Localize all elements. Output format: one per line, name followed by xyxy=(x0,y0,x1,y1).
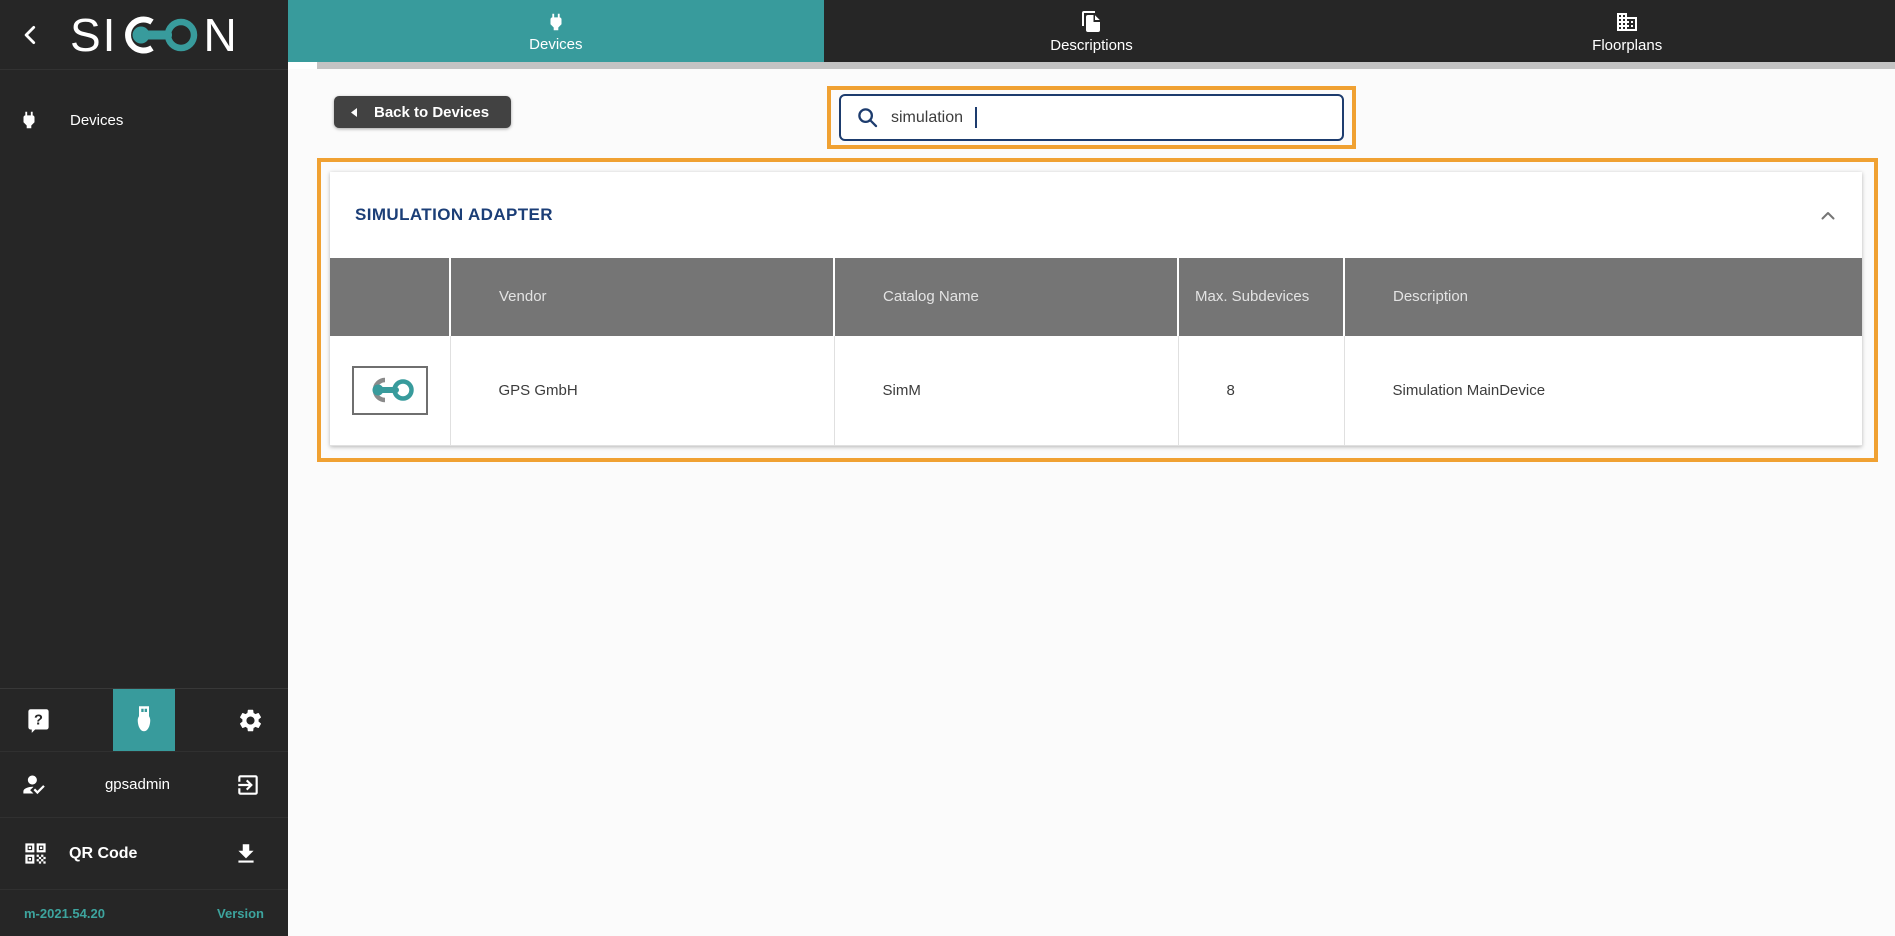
cell-vendor: GPS GmbH xyxy=(450,336,834,445)
table-header-row: Vendor Catalog Name Max. Subdevices Desc… xyxy=(330,258,1862,336)
app-logo: SI N xyxy=(70,12,239,58)
cell-catalog-name: SimM xyxy=(834,336,1178,445)
version-label: Version xyxy=(217,906,264,921)
settings-button[interactable] xyxy=(230,700,270,740)
search-input-value: simulation xyxy=(891,107,963,129)
usb-icon xyxy=(129,703,159,737)
qr-code-label: QR Code xyxy=(69,845,226,863)
download-qr-button[interactable] xyxy=(226,834,266,874)
back-button-label: Back to Devices xyxy=(374,104,489,121)
documents-icon xyxy=(1080,10,1104,34)
help-icon: ? xyxy=(25,707,52,734)
simulation-adapter-panel: SIMULATION ADAPTER Vendor Catalog Name xyxy=(330,172,1862,446)
logout-icon xyxy=(235,772,261,798)
user-row: gpsadmin xyxy=(0,751,288,817)
header-icon-column xyxy=(330,258,450,336)
logo-text-right: N xyxy=(203,12,238,58)
text-cursor xyxy=(975,107,977,128)
plug-icon xyxy=(545,11,567,33)
tab-label: Devices xyxy=(529,36,582,53)
main-area: Devices Descriptions Floorplans Back to … xyxy=(288,0,1895,936)
adapter-table: Vendor Catalog Name Max. Subdevices Desc… xyxy=(330,258,1862,446)
content-area: Back to Devices simulation SIMULATION AD… xyxy=(288,69,1895,936)
header-max-subdevices: Max. Subdevices xyxy=(1178,258,1344,336)
user-check-icon xyxy=(20,771,47,798)
qr-code-row: QR Code xyxy=(0,817,288,889)
header-catalog-name: Catalog Name xyxy=(834,258,1178,336)
panel-title: SIMULATION ADAPTER xyxy=(355,205,553,225)
version-row: m-2021.54.20 Version xyxy=(0,889,288,936)
sidebar-header: SI N xyxy=(0,0,288,70)
arrow-left-icon xyxy=(349,107,358,118)
panel-header: SIMULATION ADAPTER xyxy=(330,172,1862,258)
sidebar-spacer xyxy=(0,144,288,688)
tab-floorplans[interactable]: Floorplans xyxy=(1359,0,1895,62)
search-highlight-box: simulation xyxy=(827,86,1356,149)
cell-description: Simulation MainDevice xyxy=(1344,336,1862,445)
username-label: gpsadmin xyxy=(47,776,228,793)
logo-link-icon xyxy=(119,12,201,58)
chevron-left-icon xyxy=(18,22,44,48)
qr-code-icon xyxy=(22,840,49,867)
sidebar-item-devices[interactable]: Devices xyxy=(0,96,288,144)
sidebar-tool-row: ? xyxy=(0,688,288,751)
horizontal-scrollbar xyxy=(288,62,1895,69)
header-vendor: Vendor xyxy=(450,258,834,336)
settings-icon xyxy=(237,707,264,734)
back-to-devices-button[interactable]: Back to Devices xyxy=(334,96,511,128)
tab-bar: Devices Descriptions Floorplans xyxy=(288,0,1895,62)
collapse-panel-button[interactable] xyxy=(1812,200,1844,232)
version-value: m-2021.54.20 xyxy=(24,906,105,921)
search-icon xyxy=(855,105,880,130)
building-icon xyxy=(1615,10,1639,34)
tab-descriptions[interactable]: Descriptions xyxy=(824,0,1360,62)
collapse-sidebar-button[interactable] xyxy=(14,15,48,55)
logout-button[interactable] xyxy=(228,765,268,805)
device-icon-cell xyxy=(330,336,450,445)
table-row[interactable]: GPS GmbH SimM 8 Simulation MainDevice xyxy=(330,336,1862,445)
tab-label: Descriptions xyxy=(1050,37,1133,54)
sidebar: SI N Devices ? xyxy=(0,0,288,936)
cell-max-subdevices: 8 xyxy=(1178,336,1344,445)
device-logo-box xyxy=(352,366,428,415)
download-icon xyxy=(233,841,259,867)
device-link-icon xyxy=(364,375,416,405)
horizontal-scrollbar-track[interactable] xyxy=(317,62,1895,69)
chevron-up-icon xyxy=(1816,204,1840,228)
sidebar-item-label: Devices xyxy=(70,112,123,129)
panel-highlight-box: SIMULATION ADAPTER Vendor Catalog Name xyxy=(317,158,1878,462)
tab-devices[interactable]: Devices xyxy=(288,0,824,62)
devices-mode-button[interactable] xyxy=(113,689,175,751)
tab-label: Floorplans xyxy=(1592,37,1662,54)
logo-text-left: SI xyxy=(70,12,117,58)
search-input[interactable]: simulation xyxy=(839,94,1344,141)
help-button[interactable]: ? xyxy=(18,700,58,740)
plug-icon xyxy=(18,109,40,131)
svg-text:?: ? xyxy=(34,712,43,728)
header-description: Description xyxy=(1344,258,1862,336)
